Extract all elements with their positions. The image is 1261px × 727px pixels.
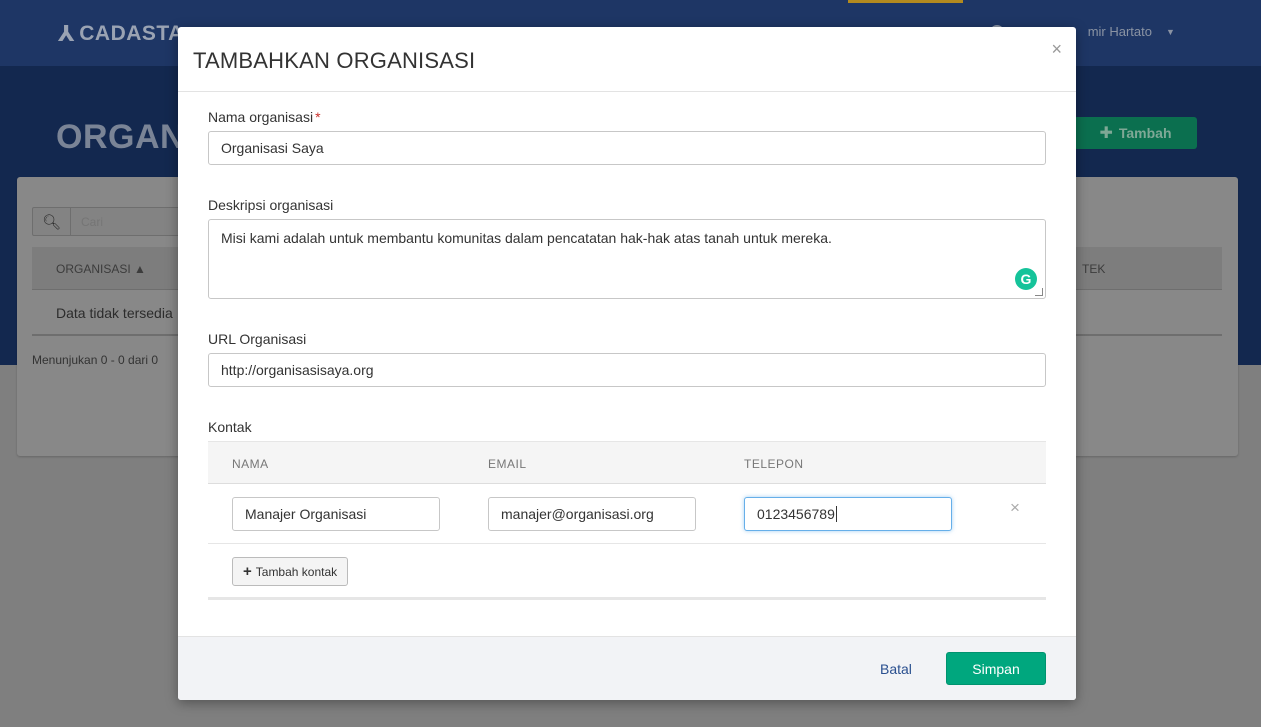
text-cursor — [835, 506, 837, 522]
modal-body: Nama organisasi * Organisasi Saya Deskrip… — [178, 92, 1076, 635]
add-organization-button[interactable]: ✚ Tambah — [1074, 117, 1197, 149]
organization-description-text: Misi kami adalah untuk membantu komunita… — [221, 230, 832, 246]
plus-icon: ✚ — [1099, 125, 1113, 142]
brand-name: CADASTA — [79, 22, 184, 45]
organization-url-input[interactable]: http://organisasisaya.org — [208, 353, 1046, 387]
search-icon[interactable]: 🔍︎ — [33, 208, 71, 235]
add-organization-modal: TAMBAHKAN ORGANISASI × Nama organisasi * … — [178, 27, 1076, 700]
organization-name-label: Nama organisasi * — [208, 109, 321, 125]
contact-row: Manajer Organisasi manajer@organisasi.or… — [208, 484, 1046, 544]
remove-contact-icon[interactable]: × — [1010, 498, 1020, 518]
add-organization-label: Tambah — [1118, 125, 1172, 141]
contacts-table-header: NAMA EMAIL TELEPON — [208, 441, 1046, 484]
organization-description-textarea[interactable]: Misi kami adalah untuk membantu komunita… — [208, 219, 1046, 299]
search-input[interactable] — [71, 214, 181, 229]
organization-url-label: URL Organisasi — [208, 331, 307, 347]
contact-name-input[interactable]: Manajer Organisasi — [232, 497, 440, 531]
organization-name-label-text: Nama organisasi — [208, 109, 314, 125]
resize-grip-icon[interactable] — [1035, 288, 1043, 296]
close-icon[interactable]: × — [1051, 40, 1062, 58]
contacts-label: Kontak — [208, 419, 252, 435]
column-header-projects[interactable]: TEK — [1082, 262, 1105, 276]
modal-header: TAMBAHKAN ORGANISASI × — [178, 27, 1076, 92]
column-header-email: EMAIL — [488, 457, 527, 471]
column-header-organization[interactable]: ORGANISASI ▲ — [56, 262, 146, 276]
contacts-table: NAMA EMAIL TELEPON Manajer Organisasi ma… — [208, 441, 1046, 600]
nav-active-indicator — [848, 0, 963, 3]
search-box: 🔍︎ — [32, 207, 192, 236]
modal-footer: Batal Simpan — [178, 636, 1076, 700]
required-marker: * — [315, 109, 321, 125]
contact-email-input[interactable]: manajer@organisasi.org — [488, 497, 696, 531]
grammarly-icon[interactable]: G — [1015, 268, 1037, 290]
add-contact-label: Tambah kontak — [255, 564, 338, 579]
pagination-info: Menunjukan 0 - 0 dari 0 — [32, 353, 159, 367]
cancel-button[interactable]: Batal — [880, 661, 912, 677]
column-header-phone: TELEPON — [744, 457, 804, 471]
organization-name-input[interactable]: Organisasi Saya — [208, 131, 1046, 165]
add-contact-row: + Tambah kontak — [208, 544, 1046, 600]
add-contact-button[interactable]: + Tambah kontak — [232, 557, 349, 586]
contact-phone-value: 0123456789 — [757, 506, 835, 522]
brand-logo[interactable]: ⅄ CADASTA — [58, 20, 184, 48]
column-header-name: NAMA — [232, 457, 269, 471]
organization-description-label: Deskripsi organisasi — [208, 197, 334, 213]
contact-phone-input[interactable]: 0123456789 — [744, 497, 952, 531]
chevron-down-icon: ▼ — [1166, 26, 1175, 37]
save-button[interactable]: Simpan — [946, 652, 1046, 685]
empty-table-message: Data tidak tersedia — [56, 305, 173, 321]
cadasta-logo-icon: ⅄ — [58, 21, 76, 46]
modal-title: TAMBAHKAN ORGANISASI — [193, 48, 476, 73]
plus-icon: + — [243, 563, 252, 580]
